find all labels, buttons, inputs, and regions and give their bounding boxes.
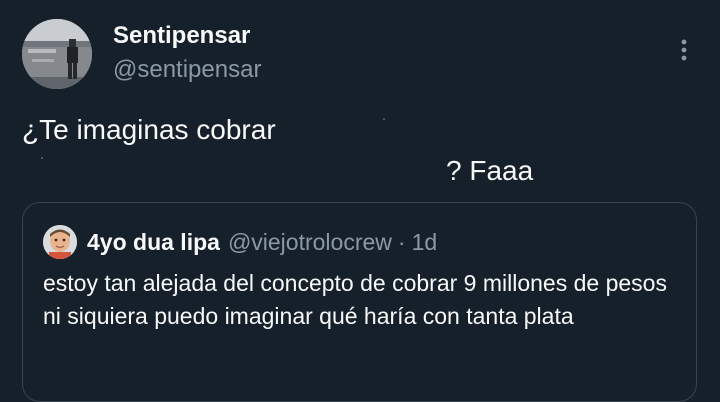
dot-separator: · [397,228,406,255]
image-artifact [383,118,385,120]
quoted-tweet-card[interactable]: 4yo dua lipa @viejotrolocrew · 1d estoy … [22,202,697,402]
user-handle[interactable]: @sentipensar [113,56,261,84]
quoted-timestamp[interactable]: 1d [412,229,438,256]
image-artifact [41,157,43,159]
quoted-display-name[interactable]: 4yo dua lipa [87,229,220,256]
quoted-user-handle[interactable]: @viejotrolocrew [228,229,392,256]
more-vertical-icon [681,39,687,61]
child-face-avatar-icon [43,225,77,259]
tweet-text-line-2: ? Faaa [446,155,534,186]
tweet: Sentipensar @sentipensar ¿Te imaginas co… [0,0,720,402]
quoted-tweet-text: estoy tan alejada del concepto de cobrar… [43,270,667,329]
avatar-photo-icon [22,19,92,89]
display-name[interactable]: Sentipensar [113,22,250,50]
more-options-button[interactable] [672,34,696,66]
avatar[interactable] [22,19,92,89]
tweet-text-line-1: ¿Te imaginas cobrar [22,114,276,145]
quoted-avatar[interactable] [43,225,77,259]
quoted-tweet-header: 4yo dua lipa @viejotrolocrew · 1d [87,225,437,259]
